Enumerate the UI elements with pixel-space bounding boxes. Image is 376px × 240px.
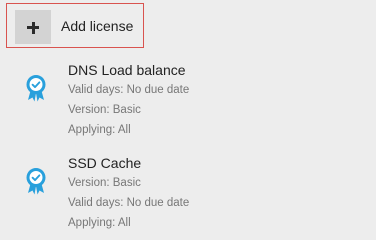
license-item-dns-load-balance[interactable]: DNS Load balance Valid days: No due date… [0,62,376,142]
license-applying: Applying: All [68,217,131,229]
license-valid-days: Valid days: No due date [68,84,190,96]
plus-icon [15,10,51,44]
license-applying: Applying: All [68,124,131,136]
license-version: Version: Basic [68,104,141,116]
license-name: DNS Load balance [68,62,186,78]
add-license-label: Add license [61,18,134,34]
add-license-button[interactable]: Add license [6,3,144,48]
badge-check-icon [26,168,46,195]
license-item-ssd-cache[interactable]: SSD Cache Version: Basic Valid days: No … [0,155,376,235]
license-valid-days: Valid days: No due date [68,197,190,209]
badge-check-icon [26,75,46,102]
license-version: Version: Basic [68,177,141,189]
license-name: SSD Cache [68,155,142,171]
